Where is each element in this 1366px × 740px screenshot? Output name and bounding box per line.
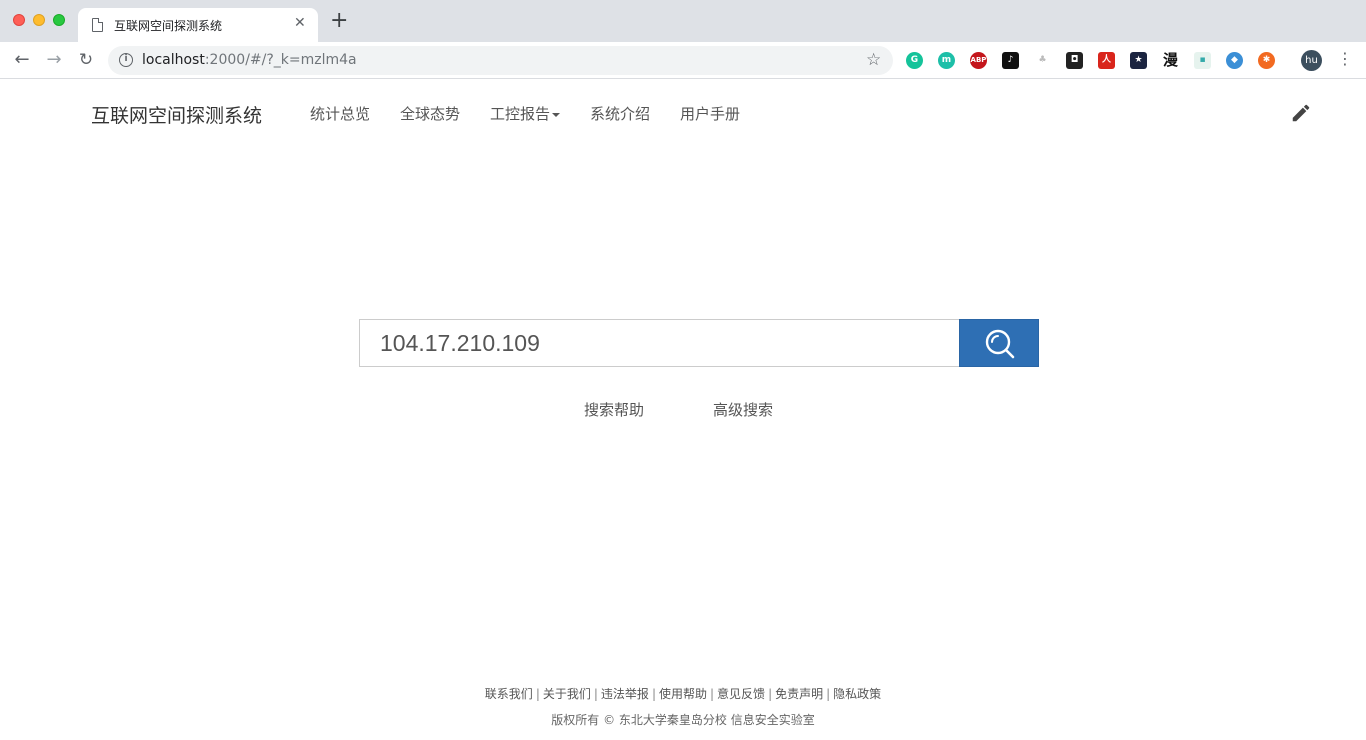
search-help-link[interactable]: 搜索帮助 <box>584 399 644 420</box>
search-icon <box>985 329 1015 359</box>
footer-link-privacy[interactable]: 隐私政策 <box>833 687 881 701</box>
nav-item-ics-report[interactable]: 工控报告 <box>490 103 561 124</box>
pencil-icon[interactable] <box>1290 102 1312 124</box>
caret-down-icon <box>552 112 561 117</box>
advanced-search-link[interactable]: 高级搜索 <box>713 399 773 420</box>
footer-link-about[interactable]: 关于我们 <box>543 687 591 701</box>
browser-menu-icon[interactable]: ⋮ <box>1337 49 1353 68</box>
copyright-text: 版权所有 © 东北大学秦皇岛分校 信息安全实验室 <box>551 713 815 727</box>
dark-extension-icon[interactable]: ★ <box>1130 52 1147 69</box>
footer-separator: | <box>826 687 831 701</box>
profile-avatar[interactable]: hu <box>1301 50 1322 71</box>
browser-tab-active[interactable]: 互联网空间探测系统 ✕ <box>78 8 318 42</box>
back-arrow-icon[interactable]: ← <box>10 49 34 71</box>
nav-item-manual[interactable]: 用户手册 <box>680 103 740 124</box>
footer-links: 联系我们 | 关于我们 | 违法举报 | 使用帮助 | 意见反馈 | 免责声明 | 隐私政策 <box>0 685 1366 702</box>
footer-link-contact[interactable]: 联系我们 <box>485 687 533 701</box>
footer-separator: | <box>710 687 715 701</box>
window-minimize-button[interactable] <box>33 14 45 26</box>
info-icon[interactable]: i <box>119 53 133 67</box>
url-path: :2000/#/?_k=mzlm4a <box>204 52 357 68</box>
footer-separator: | <box>593 687 598 701</box>
footer-link-feedback[interactable]: 意见反馈 <box>717 687 765 701</box>
grammarly-extension-icon[interactable]: G <box>906 52 923 69</box>
tree-extension-icon[interactable]: ♣ <box>1034 52 1051 69</box>
footer-link-help[interactable]: 使用帮助 <box>659 687 707 701</box>
orange-extension-icon[interactable]: ✱ <box>1258 52 1275 69</box>
music-extension-icon[interactable]: ♪ <box>1002 52 1019 69</box>
url-host: localhost <box>142 52 205 68</box>
nav-item-intro[interactable]: 系统介绍 <box>590 103 650 124</box>
tab-extension-icon[interactable]: ▪ <box>1194 52 1211 69</box>
search-button[interactable] <box>959 319 1039 367</box>
browser-tab-strip: 互联网空间探测系统 ✕ + <box>0 0 1366 42</box>
tampermonkey-extension-icon[interactable]: ◘ <box>1066 52 1083 69</box>
url-text[interactable]: localhost:2000/#/?_k=mzlm4a <box>142 52 357 68</box>
forward-arrow-icon[interactable]: → <box>42 49 66 71</box>
browser-toolbar: ← → ↻ i localhost:2000/#/?_k=mzlm4a ☆ G … <box>0 42 1366 79</box>
search-box <box>359 319 959 367</box>
site-brand[interactable]: 互联网空间探测系统 <box>91 101 262 128</box>
footer-separator: | <box>651 687 656 701</box>
nav-item-global[interactable]: 全球态势 <box>400 103 460 124</box>
tab-title: 互联网空间探测系统 <box>114 19 223 33</box>
window-maximize-button[interactable] <box>53 14 65 26</box>
shield-extension-icon[interactable]: ◆ <box>1226 52 1243 69</box>
address-bar[interactable]: i localhost:2000/#/?_k=mzlm4a ☆ <box>108 46 893 75</box>
bookmark-star-icon[interactable]: ☆ <box>866 50 881 70</box>
mercury-extension-icon[interactable]: m <box>938 52 955 69</box>
footer-link-report[interactable]: 违法举报 <box>601 687 649 701</box>
nav-item-stats[interactable]: 统计总览 <box>310 103 370 124</box>
site-navbar: 互联网空间探测系统 统计总览 全球态势 工控报告 系统介绍 用户手册 <box>0 80 1366 144</box>
manga-extension-icon[interactable]: 漫 <box>1162 52 1179 69</box>
reload-icon[interactable]: ↻ <box>74 49 98 71</box>
search-input[interactable] <box>360 320 959 366</box>
page-icon <box>92 18 103 32</box>
new-tab-button[interactable]: + <box>330 10 348 32</box>
footer-separator: | <box>535 687 540 701</box>
footer-link-disclaimer[interactable]: 免责声明 <box>775 687 823 701</box>
footer-separator: | <box>768 687 773 701</box>
adblock-extension-icon[interactable]: ABP <box>970 52 987 69</box>
window-close-button[interactable] <box>13 14 25 26</box>
nav-item-ics-report-label: 工控报告 <box>490 105 551 123</box>
tab-close-icon[interactable]: ✕ <box>294 15 306 31</box>
pdf-extension-icon[interactable]: 人 <box>1098 52 1115 69</box>
